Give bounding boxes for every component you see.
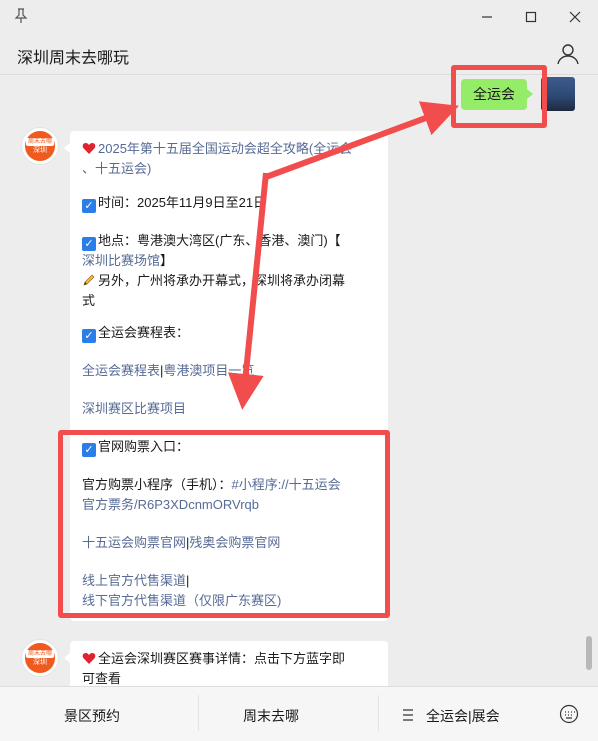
bottom-menu: 景区预约 周末去哪 全运会|展会 (0, 686, 598, 741)
avatar-tag: 周末去哪 (25, 649, 54, 658)
shenzhen-events-link[interactable]: 深圳赛区比赛项目 (82, 401, 186, 416)
menu-list-icon (403, 709, 413, 721)
menu-scenic-booking[interactable]: 景区预约 (64, 706, 120, 726)
guide-place-end: 】 (160, 253, 174, 268)
window-titlebar (0, 0, 598, 34)
menu-divider (198, 695, 199, 731)
schedule-link[interactable]: 全运会赛程表 (82, 363, 160, 378)
chat-scrollbar[interactable] (586, 636, 592, 670)
sender-avatar[interactable]: 周末去哪 深圳 (21, 639, 59, 677)
guide-place: 地点：粤港澳大湾区(广东、香港、澳门)【 (98, 233, 341, 248)
checkbox-icon: ✓ (82, 329, 96, 343)
pin-icon[interactable] (13, 8, 29, 24)
schedule-label: 全运会赛程表： (98, 325, 190, 340)
avatar-sub: 深圳 (33, 146, 47, 154)
checkbox-icon: ✓ (82, 237, 96, 251)
heart-icon (82, 142, 96, 154)
user-profile-icon[interactable] (556, 42, 580, 66)
gba-events-link[interactable]: 粤港澳项目一览 (163, 363, 254, 378)
guide-title-line2[interactable]: 、十五运会) (82, 161, 151, 176)
menu-games-expo[interactable]: 全运会|展会 (426, 706, 500, 726)
shenzhen-venue-link[interactable]: 深圳比赛场馆 (82, 253, 160, 268)
chat-title: 深圳周末去哪玩 (17, 50, 130, 67)
details-line2: 可查看 (82, 671, 122, 686)
annotation-box-tickets (58, 430, 390, 618)
avatar-tag: 周末去哪 (25, 137, 54, 146)
avatar-sub: 深圳 (33, 658, 47, 666)
minimize-button[interactable] (476, 6, 498, 28)
close-button[interactable] (564, 6, 586, 28)
heart-icon (82, 652, 96, 664)
menu-divider (378, 695, 379, 731)
guide-time: 时间：2025年11月9日至21日 (98, 195, 267, 210)
guide-title-line1[interactable]: 2025年第十五届全国运动会超全攻略(全运会 (98, 141, 352, 156)
checkbox-icon: ✓ (82, 199, 96, 213)
guide-note: 另外，广州将承办开幕式，深圳将承办闭幕 (98, 273, 346, 288)
sender-avatar[interactable]: 周末去哪 深圳 (21, 127, 59, 165)
annotation-box-keyword (451, 65, 547, 128)
guide-note-end: 式 (82, 293, 96, 308)
details-line1: 全运会深圳赛区赛事详情：点击下方蓝字即 (98, 651, 346, 666)
sender-avatar-logo: 周末去哪 深圳 (25, 131, 55, 161)
sender-avatar-logo: 周末去哪 深圳 (25, 643, 55, 673)
keyboard-icon[interactable] (559, 704, 579, 724)
maximize-button[interactable] (520, 6, 542, 28)
menu-weekend-where[interactable]: 周末去哪 (243, 706, 299, 726)
pencil-icon (83, 274, 95, 286)
message-bubble-details[interactable]: 全运会深圳赛区赛事详情：点击下方蓝字即 可查看 (64, 641, 388, 686)
